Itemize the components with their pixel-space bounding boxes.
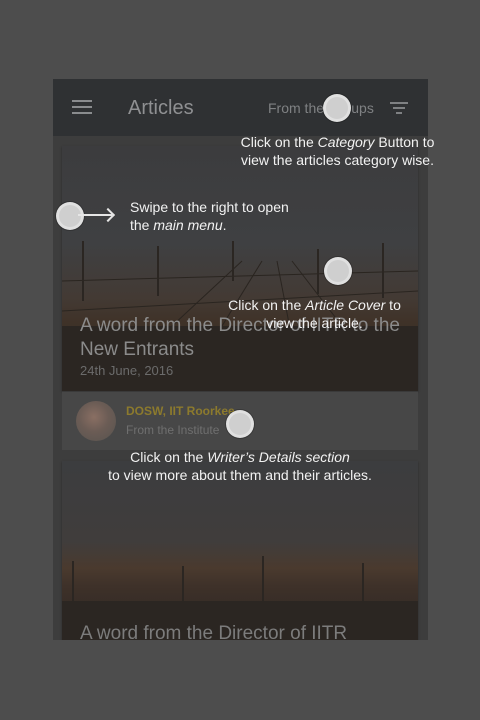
article-cover-hotspot[interactable] — [324, 257, 352, 285]
swipe-tip: Swipe to the right to open the main menu… — [130, 198, 289, 234]
tip-text: to view more about them and their articl… — [108, 467, 372, 483]
writer-details-tip: Click on the Writer’s Details section to… — [96, 448, 384, 484]
tip-emphasis: main menu — [153, 217, 223, 233]
tip-text: the — [130, 217, 154, 233]
tip-emphasis: Writer’s Details section — [207, 449, 350, 465]
tip-text: Button to — [374, 134, 435, 150]
tip-text: Click on the — [130, 449, 208, 465]
article-card[interactable]: A word from the Director of IITR — [62, 461, 418, 640]
tip-text: Swipe to the right to open — [130, 199, 289, 215]
swipe-arrow-icon — [78, 214, 112, 216]
category-tip: Click on the Category Button to view the… — [234, 133, 441, 169]
page-title: Articles — [128, 97, 194, 119]
writer-name[interactable]: DOSW, IIT Roorkee — [126, 404, 235, 418]
writer-details-hotspot[interactable] — [226, 410, 254, 438]
writer-subtitle: From the Institute — [126, 423, 220, 437]
tip-text: view the articles category wise. — [241, 152, 434, 168]
article-cover-tip: Click on the Article Cover to view the a… — [222, 296, 407, 332]
category-filter-label[interactable]: From the Groups — [268, 100, 374, 116]
article-card[interactable]: A word from the Director of IITR to the … — [62, 146, 418, 391]
tip-emphasis: Article Cover — [305, 297, 386, 313]
app-bar: Articles From the Groups — [53, 79, 428, 136]
writer-avatar[interactable] — [76, 401, 116, 441]
tip-text: view the article. — [266, 315, 363, 331]
filter-icon[interactable] — [390, 102, 408, 114]
tip-text: . — [222, 217, 227, 233]
category-hotspot[interactable] — [323, 94, 351, 122]
tip-text: Click on the — [228, 297, 306, 313]
tip-text: Click on the — [240, 134, 318, 150]
hamburger-menu-icon[interactable] — [72, 100, 92, 114]
article-title[interactable]: A word from the Director of IITR — [80, 623, 347, 640]
article-date: 24th June, 2016 — [80, 363, 174, 378]
swipe-hotspot[interactable] — [56, 202, 84, 230]
tip-text: to — [385, 297, 401, 313]
tip-emphasis: Category — [317, 134, 375, 150]
